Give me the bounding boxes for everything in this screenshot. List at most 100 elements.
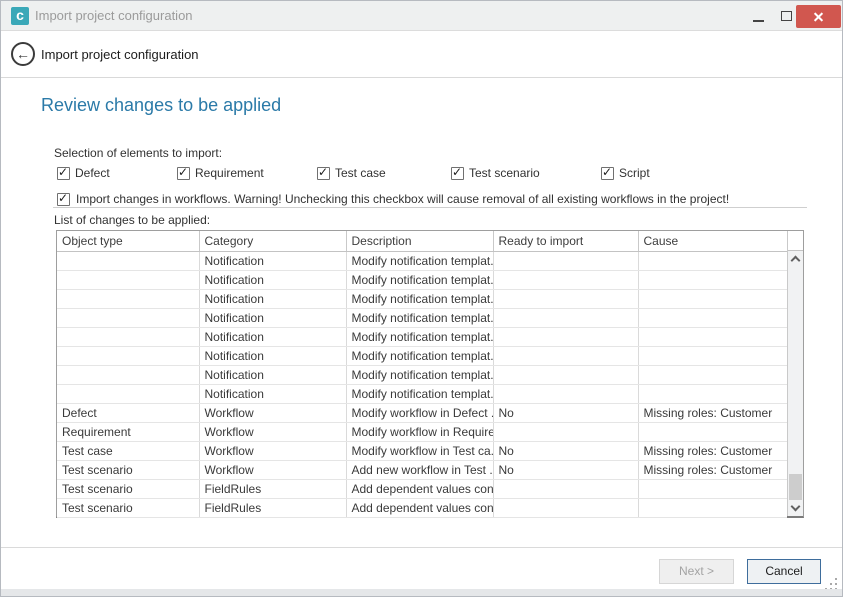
table-row[interactable]: Test scenarioFieldRulesAdd dependent val… [57,479,787,498]
table-cell[interactable] [493,365,638,384]
table-cell[interactable]: Missing roles: Customer [638,460,787,479]
next-button[interactable]: Next > [659,559,734,584]
table-cell[interactable] [57,308,199,327]
vertical-scrollbar[interactable] [787,231,803,516]
table-row[interactable]: NotificationModify notification templat.… [57,327,787,346]
table-cell[interactable] [493,270,638,289]
table-cell[interactable]: No [493,403,638,422]
table-cell[interactable]: Modify notification templat... [346,289,493,308]
table-cell[interactable]: Requirement [57,422,199,441]
table-cell[interactable]: Notification [199,251,346,270]
checkbox-box[interactable]: ✓ [317,167,330,180]
table-cell[interactable]: Notification [199,270,346,289]
table-cell[interactable] [638,479,787,498]
checkbox-import-changes-in-workflows[interactable]: ✓ Import changes in workflows. Warning! … [57,190,729,208]
back-button[interactable]: ← [11,42,35,66]
table-row[interactable]: Test scenarioFieldRulesAdd dependent val… [57,498,787,517]
table-cell[interactable]: FieldRules [199,479,346,498]
scroll-up-icon[interactable] [791,256,801,266]
table-cell[interactable]: Notification [199,308,346,327]
table-row[interactable]: NotificationModify notification templat.… [57,384,787,403]
checkbox-box[interactable]: ✓ [601,167,614,180]
checkbox-requirement[interactable]: ✓Requirement [177,164,264,182]
table-cell[interactable] [493,289,638,308]
table-cell[interactable]: FieldRules [199,498,346,517]
table-row[interactable]: Test caseWorkflowModify workflow in Test… [57,441,787,460]
column-header[interactable]: Cause [638,231,787,251]
table-cell[interactable]: Add new workflow in Test ... [346,460,493,479]
table-cell[interactable] [57,346,199,365]
table-cell[interactable]: Notification [199,365,346,384]
column-header[interactable]: Category [199,231,346,251]
table-cell[interactable] [638,308,787,327]
table-cell[interactable]: Test scenario [57,460,199,479]
checkbox-test-scenario[interactable]: ✓Test scenario [451,164,540,182]
table-cell[interactable]: Modify notification templat... [346,365,493,384]
table-row[interactable]: Test scenarioWorkflowAdd new workflow in… [57,460,787,479]
table-cell[interactable]: Workflow [199,403,346,422]
table-cell[interactable]: Missing roles: Customer [638,441,787,460]
table-cell[interactable] [493,498,638,517]
table-cell[interactable]: Add dependent values con... [346,479,493,498]
table-cell[interactable]: Modify notification templat... [346,251,493,270]
table-cell[interactable] [638,346,787,365]
table-cell[interactable]: Test scenario [57,479,199,498]
table-cell[interactable]: Modify workflow in Defect ... [346,403,493,422]
table-cell[interactable]: Notification [199,346,346,365]
table-cell[interactable]: Missing roles: Customer [638,403,787,422]
close-button[interactable] [796,5,841,28]
table-cell[interactable] [57,270,199,289]
table-cell[interactable]: No [493,460,638,479]
table-row[interactable]: NotificationModify notification templat.… [57,308,787,327]
table-row[interactable]: NotificationModify notification templat.… [57,346,787,365]
cancel-button[interactable]: Cancel [747,559,821,584]
table-cell[interactable]: Notification [199,384,346,403]
table-cell[interactable]: Workflow [199,422,346,441]
table-cell[interactable] [57,384,199,403]
table-row[interactable]: NotificationModify notification templat.… [57,270,787,289]
table-cell[interactable]: Notification [199,289,346,308]
table-row[interactable]: NotificationModify notification templat.… [57,365,787,384]
table-row[interactable]: DefectWorkflowModify workflow in Defect … [57,403,787,422]
minimize-button[interactable] [747,5,771,27]
table-cell[interactable] [493,384,638,403]
checkbox-test-case[interactable]: ✓Test case [317,164,386,182]
checkbox-script[interactable]: ✓Script [601,164,650,182]
table-cell[interactable]: Modify notification templat... [346,384,493,403]
table-cell[interactable] [638,422,787,441]
table-cell[interactable] [638,251,787,270]
table-cell[interactable]: Modify notification templat... [346,308,493,327]
table-cell[interactable]: Modify notification templat... [346,346,493,365]
checkbox-box[interactable]: ✓ [177,167,190,180]
scrollbar-thumb[interactable] [789,474,802,500]
table-cell[interactable] [638,289,787,308]
column-header[interactable]: Ready to import [493,231,638,251]
scroll-down-icon[interactable] [791,502,801,512]
table-cell[interactable]: Test case [57,441,199,460]
table-cell[interactable] [57,251,199,270]
table-cell[interactable] [638,384,787,403]
table-cell[interactable]: Notification [199,327,346,346]
table-cell[interactable] [493,327,638,346]
table-cell[interactable]: Modify notification templat... [346,270,493,289]
table-cell[interactable]: Workflow [199,460,346,479]
table-cell[interactable] [493,308,638,327]
table-cell[interactable]: Defect [57,403,199,422]
table-cell[interactable]: No [493,441,638,460]
table-row[interactable]: RequirementWorkflowModify workflow in Re… [57,422,787,441]
table-cell[interactable]: Add dependent values con... [346,498,493,517]
table-cell[interactable] [493,422,638,441]
checkbox-box[interactable]: ✓ [57,167,70,180]
table-cell[interactable] [57,289,199,308]
table-cell[interactable] [57,327,199,346]
table-cell[interactable]: Workflow [199,441,346,460]
checkbox-defect[interactable]: ✓Defect [57,164,110,182]
scrollbar-track[interactable] [788,251,803,516]
table-cell[interactable] [493,346,638,365]
checkbox-box[interactable]: ✓ [57,193,70,206]
table-cell[interactable] [57,365,199,384]
checkbox-box[interactable]: ✓ [451,167,464,180]
table-cell[interactable] [638,270,787,289]
table-cell[interactable] [638,327,787,346]
table-row[interactable]: NotificationModify notification templat.… [57,289,787,308]
